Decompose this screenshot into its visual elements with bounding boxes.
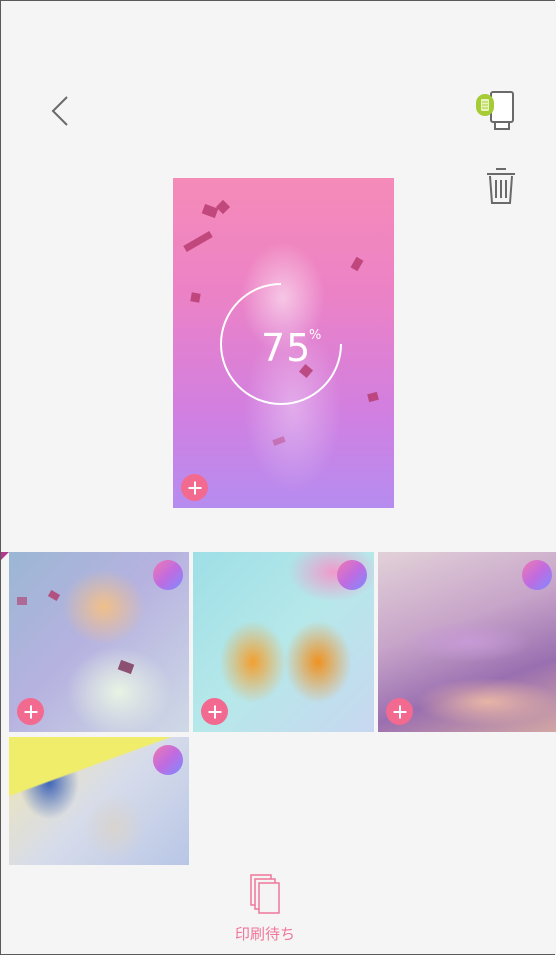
print-queue-label: 印刷待ち [234,925,295,943]
printer-status-button[interactable] [471,88,521,134]
app-screen: 75 % 印刷待ち [0,0,556,955]
confetti-shape [117,659,135,675]
chevron-left-icon [51,96,68,126]
thumbnail-glitter[interactable] [378,552,556,732]
print-queue-icon [250,874,280,914]
printer-status-icon [476,91,514,130]
print-preview-image[interactable]: 75 % [173,178,394,508]
confetti-shape [272,436,286,446]
add-copy-button[interactable] [181,474,208,501]
back-button[interactable] [41,89,81,133]
confetti-shape [367,391,379,403]
delete-button[interactable] [481,163,521,209]
confetti-shape [190,292,201,303]
confetti-shape [47,589,61,602]
print-queue-button[interactable]: 印刷待ち [219,873,311,949]
add-copy-button[interactable] [201,698,228,725]
confetti-shape [17,597,27,605]
confetti-shape [350,256,364,272]
add-copy-button[interactable] [386,698,413,725]
thumbnail-mason-jar-drinks[interactable] [193,552,374,732]
select-badge[interactable] [153,745,183,775]
progress-value: 75 [261,326,312,370]
corner-marker [1,552,9,560]
select-badge[interactable] [153,560,183,590]
thumbnail-letters[interactable] [9,737,189,865]
add-copy-button[interactable] [17,698,44,725]
trash-icon [487,168,515,204]
progress-unit: % [309,328,322,343]
select-badge[interactable] [522,560,552,590]
select-badge[interactable] [337,560,367,590]
confetti-shape [183,230,213,253]
thumbnail-woman-confetti[interactable] [9,552,189,732]
confetti-shape [215,199,231,215]
